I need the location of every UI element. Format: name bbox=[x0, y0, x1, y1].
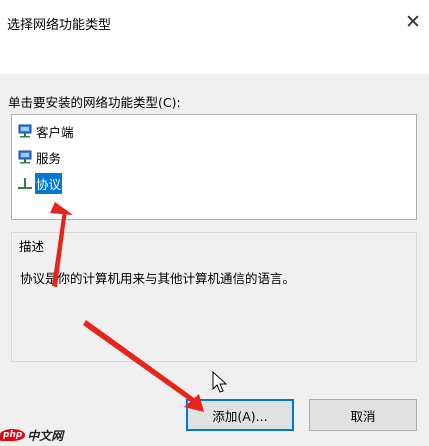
watermark-logo: php 中文网 bbox=[0, 424, 63, 446]
annotation-arrow-up bbox=[50, 202, 73, 287]
watermark-site: 中文网 bbox=[27, 428, 64, 443]
annotation-layer bbox=[50, 202, 228, 412]
watermark-php: php bbox=[0, 429, 26, 441]
annotation-arrow-down-right bbox=[83, 320, 204, 412]
mouse-cursor-icon bbox=[212, 370, 228, 393]
